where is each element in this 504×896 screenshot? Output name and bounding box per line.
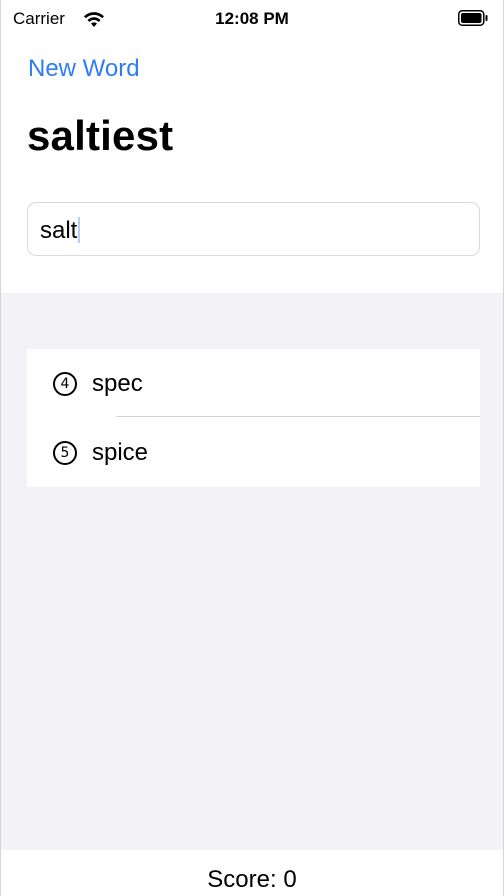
letter-count-5-icon: 5	[53, 441, 77, 465]
app-screen: Carrier 12:08 PM New Word saltiest salt …	[0, 0, 504, 896]
used-words-list: 4 spec 5 spice	[27, 349, 480, 487]
word-label: spec	[92, 370, 143, 397]
header-area: Carrier 12:08 PM New Word saltiest salt	[1, 0, 503, 293]
word-label: spice	[92, 439, 149, 466]
score-label: Score: 0	[207, 866, 297, 893]
letter-count-4-icon: 4	[53, 372, 77, 396]
status-time: 12:08 PM	[215, 9, 289, 28]
list-item[interactable]: 5 spice	[27, 418, 480, 487]
word-input-value[interactable]: salt	[40, 217, 81, 245]
status-bar: Carrier 12:08 PM	[1, 0, 503, 40]
word-input[interactable]: salt	[27, 202, 480, 256]
text-caret	[78, 217, 81, 243]
list-item[interactable]: 4 spec	[27, 349, 480, 418]
row-separator	[116, 416, 480, 417]
battery-full-icon	[458, 10, 488, 26]
new-word-button[interactable]: New Word	[28, 55, 140, 83]
score-bar: Score: 0	[1, 850, 503, 896]
page-title: saltiest	[27, 112, 174, 159]
